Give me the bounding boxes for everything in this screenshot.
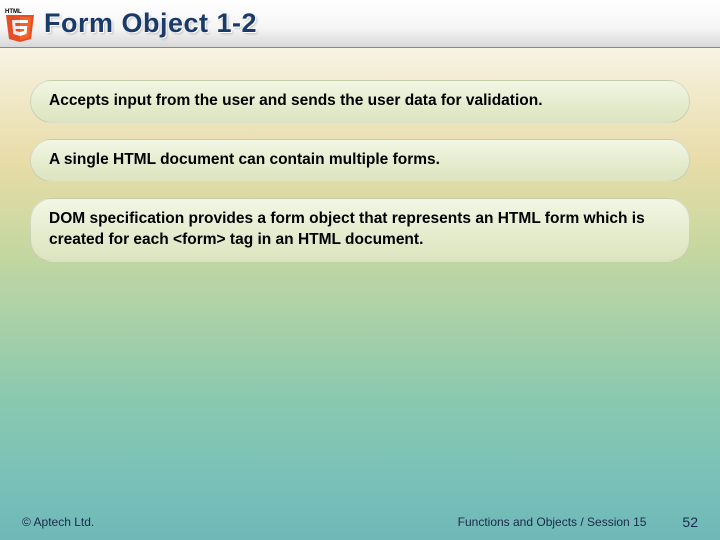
svg-text:HTML: HTML <box>5 9 22 15</box>
slide-footer: © Aptech Ltd. Functions and Objects / Se… <box>0 504 720 540</box>
session-text: Functions and Objects / Session 15 <box>458 515 647 529</box>
slide: HTML Form Object 1-2 Accepts input from … <box>0 0 720 540</box>
bullet-item: A single HTML document can contain multi… <box>30 139 690 182</box>
page-number: 52 <box>682 514 698 530</box>
slide-body: Accepts input from the user and sends th… <box>30 80 690 278</box>
copyright-text: © Aptech Ltd. <box>22 515 94 529</box>
bullet-item: Accepts input from the user and sends th… <box>30 80 690 123</box>
bullet-item: DOM specification provides a form object… <box>30 198 690 262</box>
html5-logo-icon: HTML <box>4 6 36 42</box>
slide-title: Form Object 1-2 <box>44 8 257 39</box>
slide-header: HTML Form Object 1-2 <box>0 0 720 48</box>
